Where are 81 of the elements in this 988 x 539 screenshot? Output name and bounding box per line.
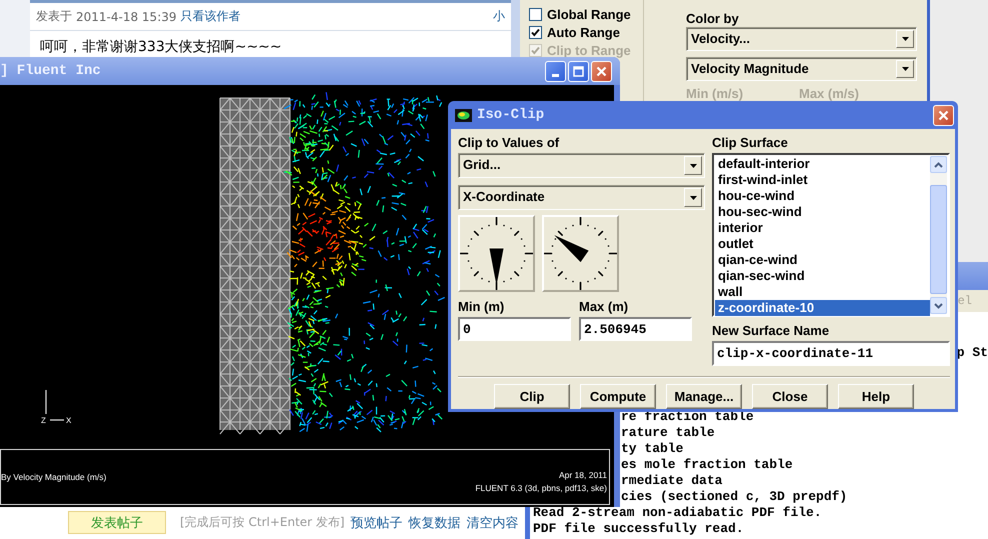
color-by-label: Color by <box>686 11 740 27</box>
field-label: Clip to Values of <box>458 135 560 151</box>
dropdown[interactable]: Velocity... <box>686 26 917 51</box>
checkbox-label: Auto Range <box>547 24 620 40</box>
caret-icon <box>690 164 696 168</box>
dialog-button[interactable]: Clip <box>494 384 570 409</box>
list-item[interactable]: outlet <box>715 236 930 252</box>
list-item[interactable]: hou-sec-wind <box>715 204 930 220</box>
range-label: Min (m/s) <box>686 86 744 101</box>
caret-icon <box>690 196 696 200</box>
scroll-up-icon <box>934 162 943 168</box>
range-label: Max (m/s) <box>799 86 860 101</box>
close-icon <box>938 110 949 120</box>
field-label: New Surface Name <box>712 323 830 339</box>
solver-version: FLUENT 6.3 (3d, pbns, pdf13, ske) <box>475 483 607 493</box>
field-label: Min (m) <box>458 299 506 315</box>
dropdown[interactable]: Grid... <box>458 153 705 178</box>
list-item[interactable]: default-interior <box>715 156 930 172</box>
legend-caption: By Velocity Magnitude (m/s) <box>1 472 106 484</box>
post-text: 呵呵，非常谢谢333大侠支招啊~~~~ <box>39 38 283 56</box>
minimize-icon <box>552 74 559 76</box>
author-filter-link[interactable]: 只看该作者 <box>180 8 240 25</box>
toolbar-text: el <box>958 294 972 308</box>
dropdown[interactable]: X-Coordinate <box>458 185 705 210</box>
reply-link[interactable]: 恢复数据 <box>408 514 461 532</box>
console-line: PDF file successfully read. <box>533 521 744 537</box>
console-line: cies (sectioned c, 3D prepdf) <box>621 489 848 505</box>
list-item[interactable]: qian-ce-wind <box>715 252 930 268</box>
axis-label: X <box>66 416 72 425</box>
checkbox[interactable] <box>529 26 542 38</box>
list-item[interactable]: z-coordinate-10 <box>715 300 930 316</box>
list-item[interactable]: first-wind-inlet <box>715 172 930 188</box>
min-field[interactable]: 0 <box>458 317 571 341</box>
field-label: Max (m) <box>579 299 630 315</box>
scroll-down-icon <box>934 302 943 308</box>
list-item[interactable]: qian-sec-wind <box>715 268 930 284</box>
submit-post-button[interactable]: 发表帖子 <box>68 511 166 534</box>
dial[interactable] <box>458 215 535 292</box>
minimize-button[interactable] <box>545 60 566 82</box>
list-item[interactable]: interior <box>715 220 930 236</box>
console-line: rature table <box>621 425 715 441</box>
list-item[interactable]: hou-ce-wind <box>715 188 930 204</box>
reply-link[interactable]: 清空内容 <box>466 514 519 532</box>
sidebar-panel <box>0 0 30 57</box>
checkbox-label: Clip to Range <box>547 42 631 58</box>
checkbox[interactable] <box>529 8 542 20</box>
dialog-button[interactable]: Close <box>752 384 828 409</box>
dialog-button[interactable]: Manage... <box>666 384 742 409</box>
font-size-link[interactable]: 小 <box>493 8 505 25</box>
field-label: Clip Surface <box>712 135 789 151</box>
window-title: ] Fluent Inc <box>0 63 101 79</box>
plot-date: Apr 18, 2011 <box>558 470 607 480</box>
dial[interactable] <box>542 215 619 292</box>
list-item[interactable]: wall <box>715 284 930 300</box>
console-line: es mole fraction table <box>621 457 793 473</box>
console-line: rmediate data <box>621 473 722 489</box>
dialog-button[interactable]: Compute <box>580 384 656 409</box>
dialog-button[interactable]: Help <box>838 384 914 409</box>
close-button[interactable] <box>591 60 612 82</box>
console-line: Read 2-stream non-adiabatic PDF file. <box>533 505 822 521</box>
app-icon <box>455 108 472 122</box>
caret-icon <box>902 66 908 71</box>
console-line: ty table <box>621 441 684 457</box>
scrollbar[interactable] <box>511 0 520 57</box>
shortcut-hint: [完成后可按 Ctrl+Enter 发布] <box>180 514 345 531</box>
dialog-title: Iso-Clip <box>477 107 544 123</box>
maximize-button[interactable] <box>568 60 589 82</box>
reply-link[interactable]: 预览帖子 <box>350 514 403 532</box>
post-prefix: 发表于 <box>36 8 72 25</box>
axes-icon <box>46 390 64 420</box>
maximize-icon <box>573 66 584 76</box>
dropdown[interactable]: Velocity Magnitude <box>686 56 917 81</box>
close-icon <box>596 66 607 76</box>
scrollbar[interactable] <box>930 156 947 314</box>
surface-name-field[interactable]: clip-x-coordinate-11 <box>712 341 950 366</box>
max-field[interactable]: 2.506945 <box>579 317 692 341</box>
axis-label: Z <box>41 416 46 425</box>
caret-icon <box>902 36 908 41</box>
post-timestamp: 2011-4-18 15:39 <box>76 10 176 24</box>
close-button[interactable] <box>933 104 954 126</box>
checkbox-label: Global Range <box>547 6 631 22</box>
